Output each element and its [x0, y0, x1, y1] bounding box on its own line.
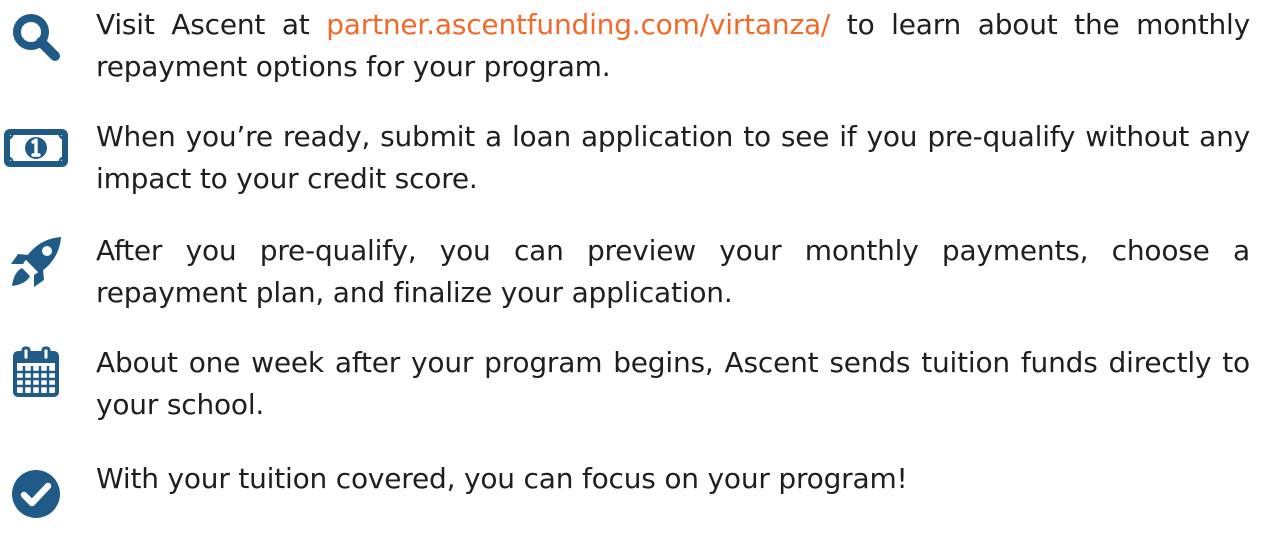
check-circle-icon: [0, 466, 72, 522]
step-text: After you pre-qualify, you can preview y…: [96, 234, 1250, 309]
ascent-partner-link[interactable]: partner.ascentfunding.com/virtanza/: [326, 8, 830, 41]
step-text: With your tuition covered, you can focus…: [96, 462, 908, 495]
rocket-icon: [0, 234, 72, 290]
calendar-icon: [0, 344, 72, 400]
step-text: Visit Ascent at partner.ascentfunding.co…: [96, 4, 1250, 88]
money-icon: [0, 124, 72, 172]
step-text-before: Visit Ascent at: [96, 8, 327, 41]
steps-list: Visit Ascent at partner.ascentfunding.co…: [0, 0, 1266, 538]
step-text: When you’re ready, submit a loan applica…: [96, 120, 1250, 195]
step-text: About one week after your program begins…: [96, 346, 1250, 421]
search-icon: [0, 12, 72, 62]
